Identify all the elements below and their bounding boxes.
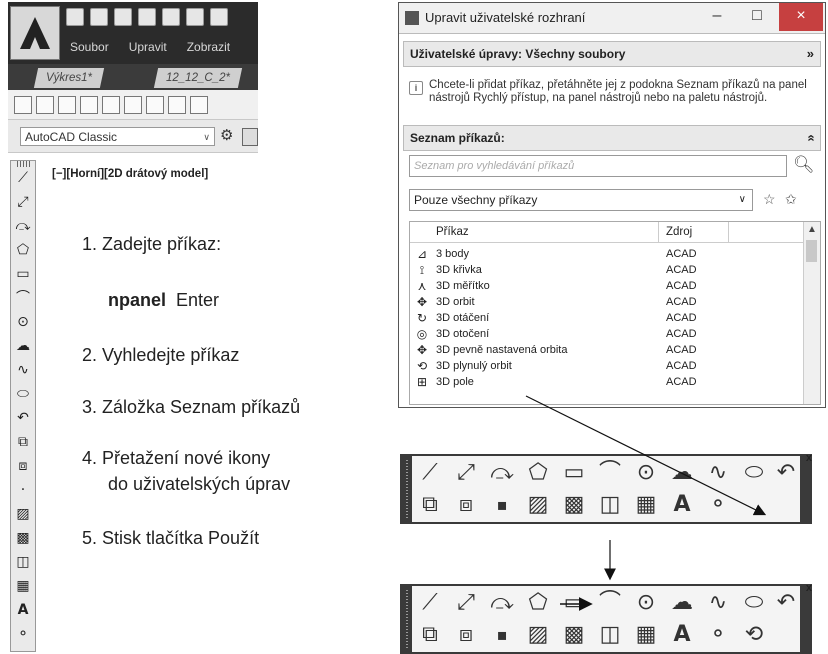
drag-arrows (525, 395, 767, 611)
drag-arrow (525, 395, 767, 516)
